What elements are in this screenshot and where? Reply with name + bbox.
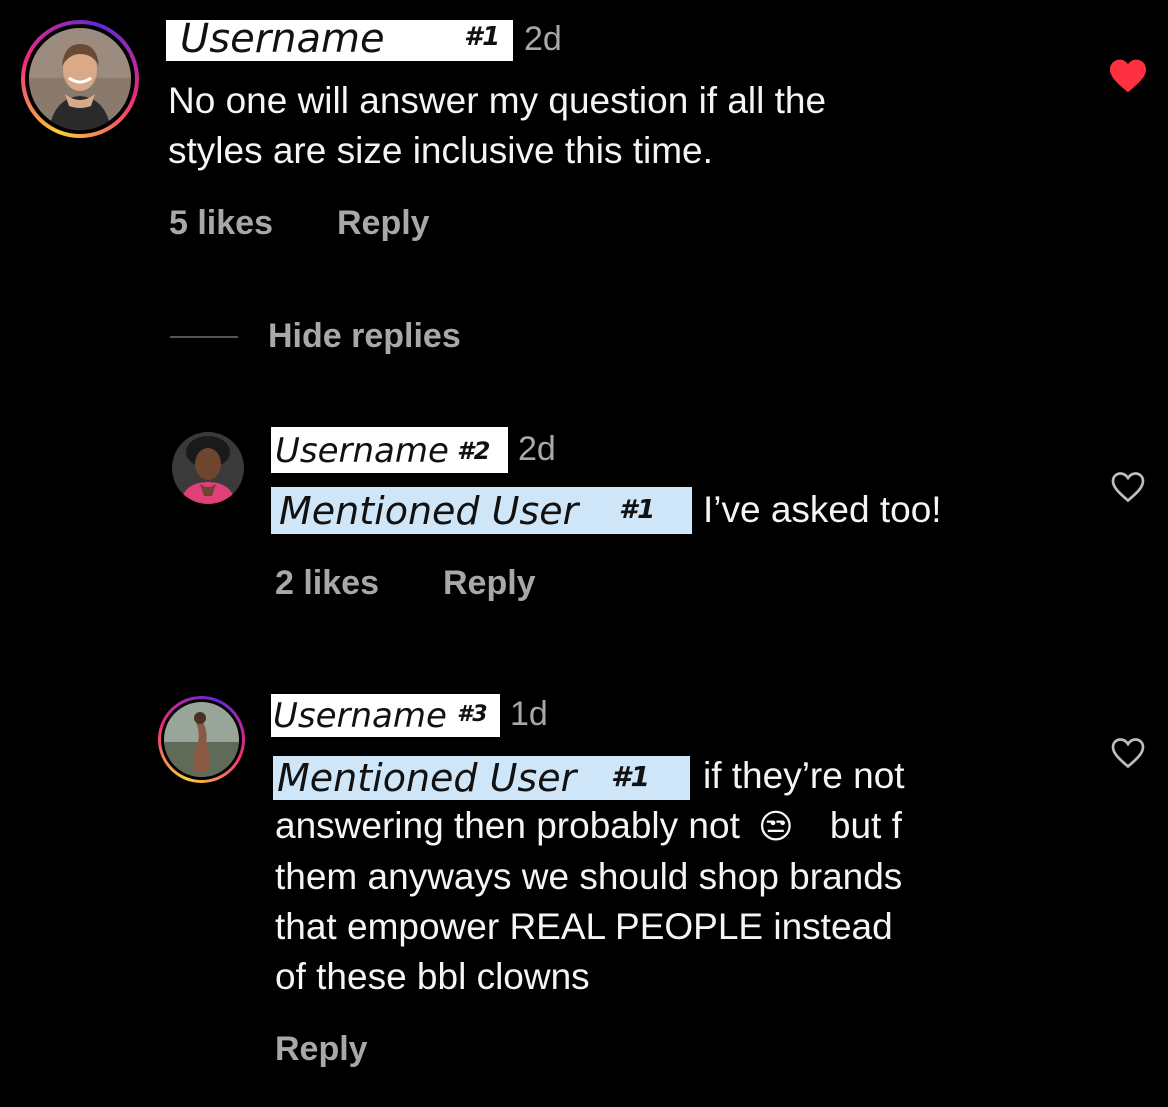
username-tag[interactable]: Username #2 [271,427,508,473]
reply-text-line: of these bbl clowns [275,956,590,997]
reply-text-line: answering then probably not 😒 but f [275,801,1075,852]
heart-outline-icon[interactable] [1110,736,1146,770]
mention-tag[interactable]: Mentioned User #1 [271,487,692,534]
reply-text: if they’re not answering then probably n… [275,751,1075,1002]
comment-text-line: No one will answer my question if all th… [168,80,827,121]
avatar-photo [172,432,244,504]
avatar[interactable] [21,20,139,138]
reply-text-line: if they’re not [703,755,905,796]
mention-number: #1 [619,495,656,525]
likes-count[interactable]: 5 likes [169,204,273,243]
likes-count[interactable]: 2 likes [275,564,379,603]
avatar-photo [164,702,239,777]
username-number: #1 [464,22,501,52]
reply-text: I’ve asked too! [703,489,942,530]
username-tag[interactable]: Username #3 [271,694,500,737]
username-tag[interactable]: Username #1 [166,16,513,62]
divider-line [170,336,238,338]
heart-outline-icon[interactable] [1110,470,1146,504]
reply-button[interactable]: Reply [275,1030,368,1069]
username: Username [273,696,447,736]
username-number: #3 [457,702,488,727]
reply-text-segment: answering then probably not [275,805,740,846]
reply-button[interactable]: Reply [443,564,536,603]
reply-time: 2d [518,430,556,468]
username: Username [180,16,385,62]
reply-text-line: that empower REAL PEOPLE instead [275,906,893,947]
mention-user: Mentioned User [279,489,579,533]
comment-text-line: styles are size inclusive this time. [168,130,713,171]
comment-time: 2d [524,20,562,58]
reply-button[interactable]: Reply [337,204,430,243]
username-number: #2 [457,437,491,465]
comment-text: No one will answer my question if all th… [168,76,826,176]
avatar[interactable] [158,696,245,783]
avatar-photo [29,28,131,130]
reply-time: 1d [510,695,548,733]
heart-filled-icon[interactable] [1108,58,1148,94]
reply-text-line: them anyways we should shop brands [275,856,903,897]
reply-text-segment: but f [829,805,902,846]
unamused-face-emoji-icon: 😒 [758,808,794,846]
hide-replies-button[interactable]: Hide replies [268,317,461,356]
username: Username [275,431,449,471]
avatar[interactable] [172,432,244,504]
